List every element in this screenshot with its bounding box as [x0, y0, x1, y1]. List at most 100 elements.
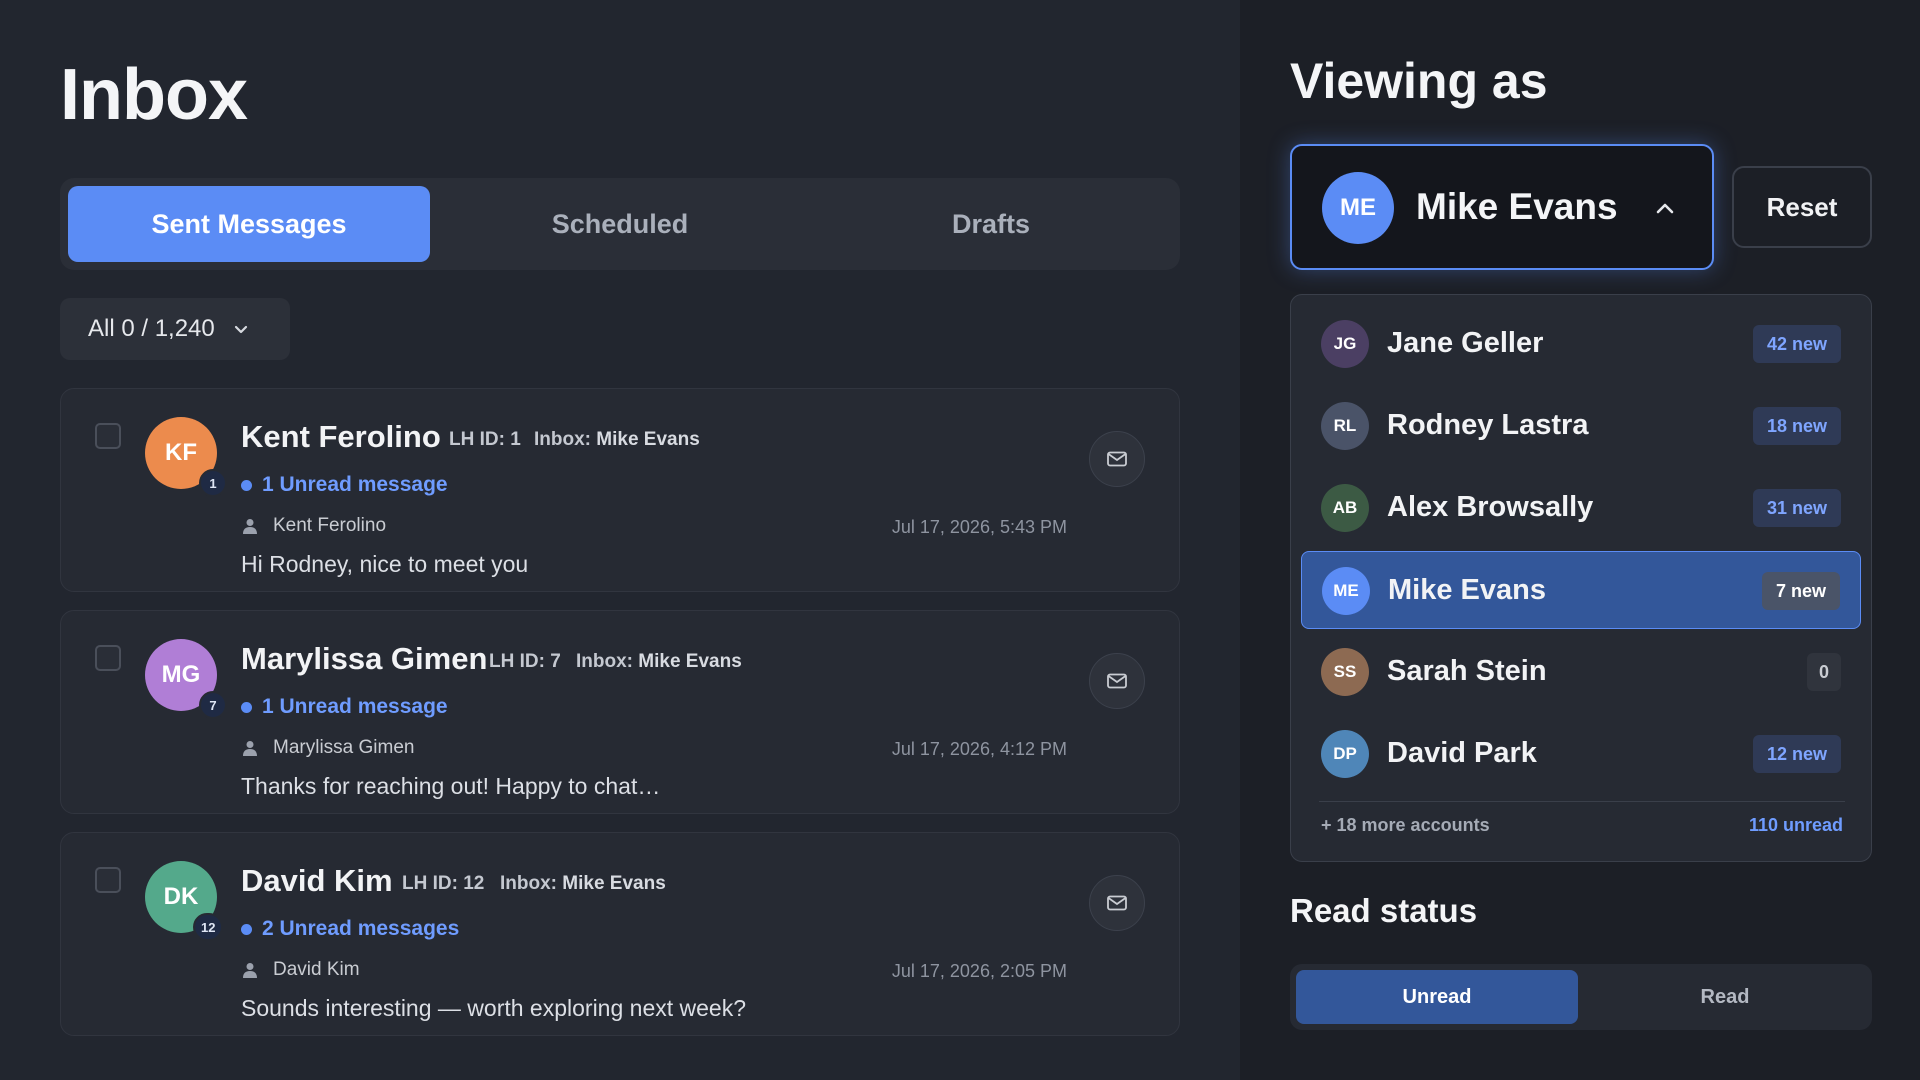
message-preview: Hi Rodney, nice to meet you [241, 551, 529, 577]
avatar: ME [1322, 567, 1370, 615]
account-option[interactable]: JG Jane Geller 42 new [1301, 305, 1861, 383]
read-status-toggle: Unread Read [1290, 964, 1872, 1030]
avatar: SS [1321, 648, 1369, 696]
mail-icon [1107, 673, 1127, 689]
sender: David Kim [241, 959, 360, 981]
lh-id-value: 7 [550, 651, 561, 672]
unread-count: 1 Unread message [262, 695, 448, 718]
reset-button[interactable]: Reset [1732, 166, 1872, 248]
read-status-title: Read status [1290, 892, 1478, 929]
sender-name: Marylissa Gimen [273, 737, 415, 758]
unread-indicator: 2 Unread messages [241, 917, 459, 941]
lh-id: LH ID: 1 [449, 429, 521, 451]
lh-id-label: LH ID: [402, 873, 458, 894]
mail-button[interactable] [1089, 653, 1145, 709]
account-name: Alex Browsally [1387, 491, 1594, 523]
contact-name[interactable]: Kent Ferolino [241, 419, 441, 455]
avatar-count-badge: 1 [199, 469, 227, 497]
inbox-owner: Inbox: Mike Evans [500, 873, 666, 895]
avatar: ME [1322, 172, 1394, 244]
account-dropdown: JG Jane Geller 42 new RL Rodney Lastra 1… [1290, 294, 1872, 862]
selected-account-name: Mike Evans [1416, 186, 1618, 227]
person-icon [243, 519, 257, 534]
timestamp: Jul 17, 2026, 4:12 PM [891, 739, 1067, 759]
avatar: DP [1321, 730, 1369, 778]
account-option-selected[interactable]: ME Mike Evans 7 new [1301, 551, 1861, 629]
tab-sent-messages[interactable]: Sent Messages [68, 186, 430, 262]
unread-dot-icon [241, 701, 252, 713]
timestamp: Jul 17, 2026, 5:43 PM [891, 517, 1067, 537]
mail-icon [1107, 451, 1127, 467]
message-card[interactable]: MG 7 Marylissa Gimen LH ID: 7 Inbox: Mik… [60, 610, 1180, 814]
contact-name[interactable]: David Kim [241, 863, 393, 899]
inbox-owner-value: Mike Evans [638, 651, 742, 672]
new-count-badge: 12 new [1752, 735, 1841, 773]
new-count-badge: 31 new [1752, 489, 1841, 527]
message-preview: Sounds interesting — worth exploring nex… [241, 995, 747, 1021]
chevron-down-icon [234, 325, 247, 334]
unread-indicator: 1 Unread message [241, 473, 448, 497]
sender: Kent Ferolino [241, 515, 386, 537]
lh-id: LH ID: 12 [402, 873, 484, 895]
avatar: JG [1321, 320, 1369, 368]
viewing-as-title: Viewing as [1290, 53, 1548, 109]
avatar-count-badge: 12 [193, 913, 224, 941]
sender: Marylissa Gimen [241, 737, 414, 759]
inbox-pane: Inbox Sent Messages Scheduled Drafts All… [0, 0, 1240, 1080]
unread-dot-icon [241, 479, 252, 491]
account-option[interactable]: SS Sarah Stein 0 [1301, 633, 1861, 711]
chevron-up-icon [1656, 203, 1674, 214]
select-checkbox[interactable] [95, 867, 121, 893]
account-option[interactable]: AB Alex Browsally 31 new [1301, 469, 1861, 547]
sender-name: Kent Ferolino [273, 515, 387, 536]
unread-option[interactable]: Unread [1296, 970, 1578, 1024]
tab-drafts[interactable]: Drafts [810, 186, 1172, 262]
lh-id: LH ID: 7 [489, 651, 561, 673]
account-option[interactable]: DP David Park 12 new [1301, 715, 1861, 793]
account-select[interactable]: ME Mike Evans [1290, 144, 1714, 270]
tab-scheduled[interactable]: Scheduled [439, 186, 801, 262]
person-icon [243, 741, 257, 756]
mail-button[interactable] [1089, 875, 1145, 931]
inbox-owner-value: Mike Evans [596, 429, 700, 450]
lh-id-value: 1 [510, 429, 521, 450]
timestamp: Jul 17, 2026, 2:05 PM [891, 961, 1067, 981]
lh-id-label: LH ID: [449, 429, 505, 450]
mail-button[interactable] [1089, 431, 1145, 487]
divider [1319, 801, 1845, 802]
avatar: RL [1321, 402, 1369, 450]
message-card[interactable]: DK 12 David Kim LH ID: 12 Inbox: Mike Ev… [60, 832, 1180, 1036]
mail-icon [1107, 895, 1127, 911]
new-count-badge: 7 new [1761, 572, 1840, 610]
inbox-owner-label: Inbox: [534, 429, 591, 450]
select-checkbox[interactable] [95, 645, 121, 671]
account-name: Rodney Lastra [1387, 409, 1589, 441]
account-name: Sarah Stein [1387, 655, 1547, 687]
new-count-badge: 18 new [1752, 407, 1841, 445]
filter-label: All 0 / 1,240 [88, 315, 215, 342]
avatar: AB [1321, 484, 1369, 532]
filter-dropdown[interactable]: All 0 / 1,240 [60, 298, 290, 360]
account-name: David Park [1387, 737, 1537, 769]
account-name: Mike Evans [1388, 574, 1546, 606]
message-preview: Thanks for reaching out! Happy to chat… [241, 773, 661, 799]
message-tabs: Sent Messages Scheduled Drafts [60, 178, 1180, 270]
message-card[interactable]: KF 1 Kent Ferolino LH ID: 1 Inbox: Mike … [60, 388, 1180, 592]
person-icon [243, 963, 257, 978]
unread-indicator: 1 Unread message [241, 695, 448, 719]
total-unread: 110 unread [1748, 815, 1843, 835]
lh-id-label: LH ID: [489, 651, 545, 672]
inbox-owner: Inbox: Mike Evans [534, 429, 700, 451]
account-option[interactable]: RL Rodney Lastra 18 new [1301, 387, 1861, 465]
inbox-owner-value: Mike Evans [562, 873, 666, 894]
contact-name[interactable]: Marylissa Gimen [241, 641, 487, 677]
select-checkbox[interactable] [95, 423, 121, 449]
inbox-owner-label: Inbox: [576, 651, 633, 672]
new-count-badge: 0 [1806, 653, 1841, 691]
page-title: Inbox [60, 55, 248, 135]
read-option[interactable]: Read [1584, 970, 1866, 1024]
account-name: Jane Geller [1387, 327, 1544, 359]
unread-count: 1 Unread message [262, 473, 448, 496]
more-accounts-link[interactable]: + 18 more accounts [1321, 815, 1490, 836]
new-count-badge: 42 new [1752, 325, 1841, 363]
